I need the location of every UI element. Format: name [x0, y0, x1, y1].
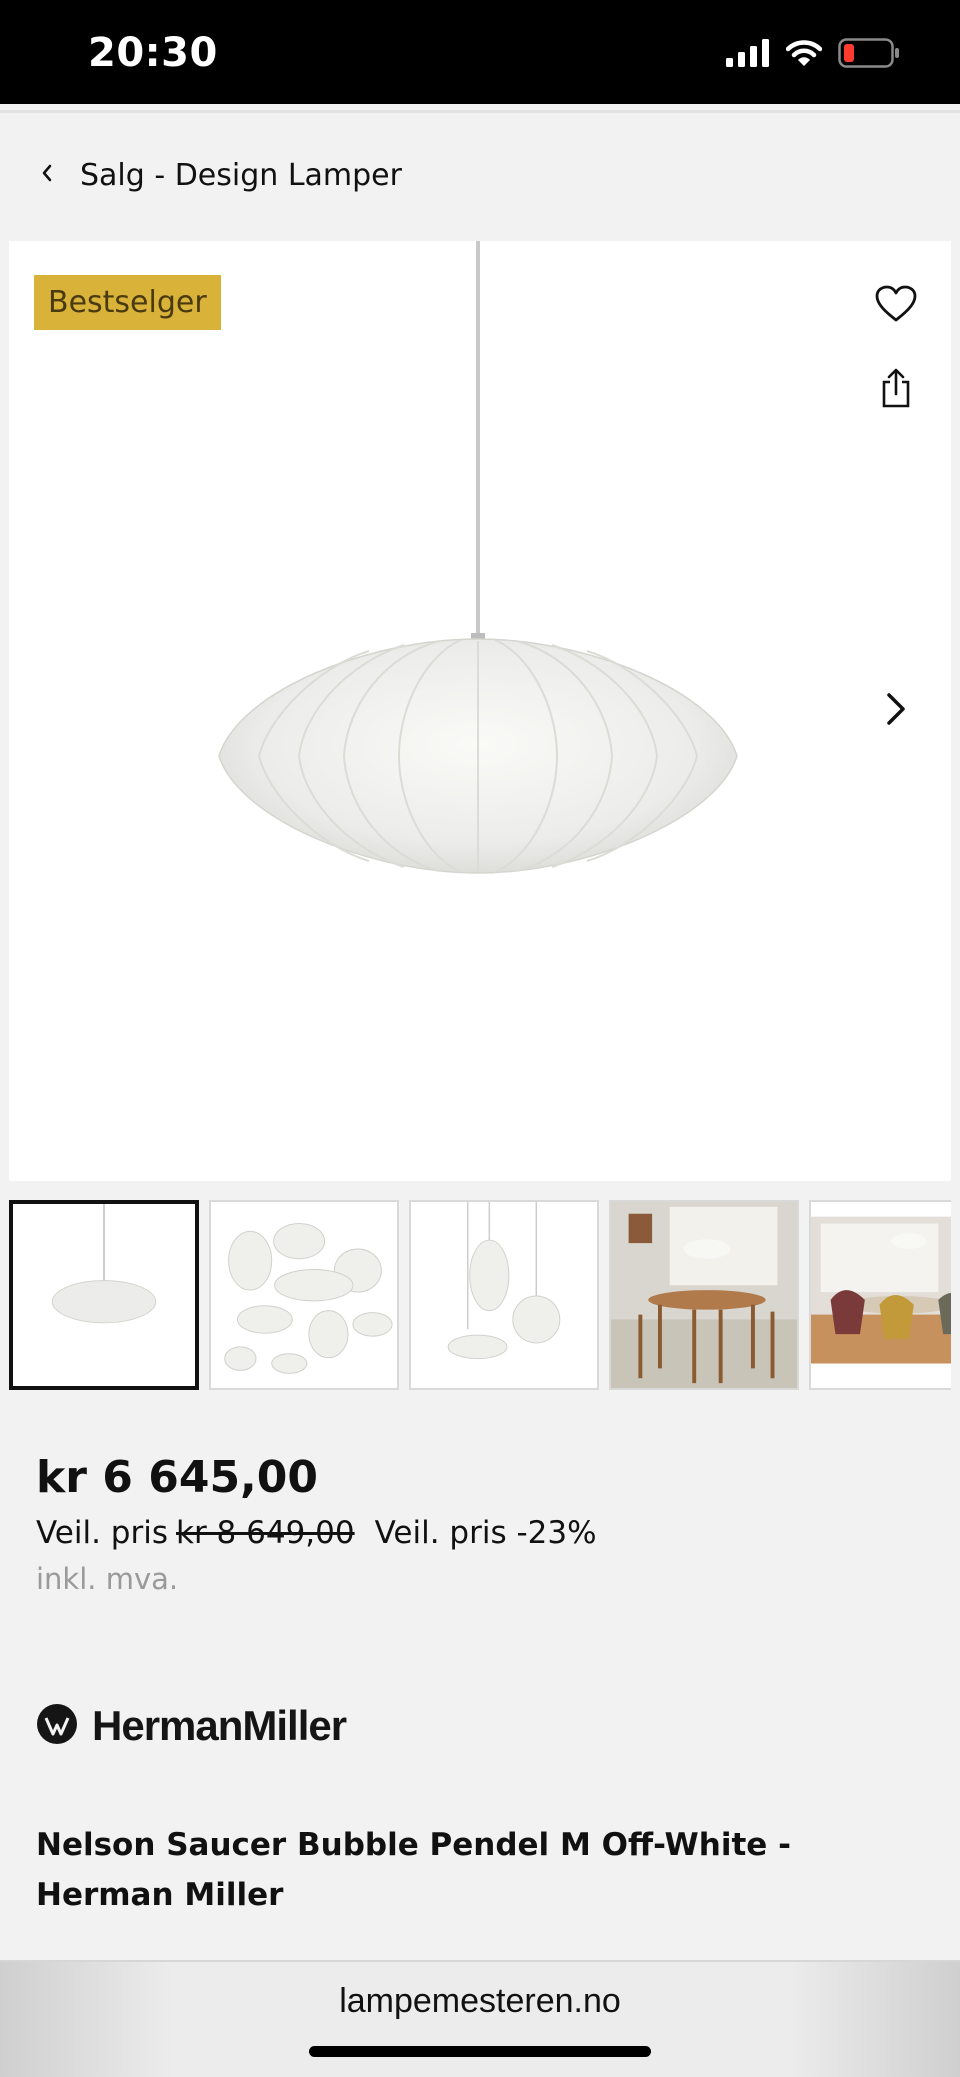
- discount-label: Veil. pris -23%: [374, 1515, 597, 1551]
- next-image-button[interactable]: [871, 681, 921, 741]
- vat-note: inkl. mva.: [36, 1562, 179, 1596]
- share-button[interactable]: [871, 365, 921, 415]
- thumbnail-5[interactable]: [809, 1200, 951, 1390]
- thumbnail-1[interactable]: [9, 1200, 199, 1390]
- thumbnail-image: [224, 1223, 393, 1374]
- thumbnail-4[interactable]: [609, 1200, 799, 1390]
- breadcrumb[interactable]: Salg - Design Lamper: [40, 150, 402, 200]
- product-gallery[interactable]: Bestselger: [9, 241, 951, 1181]
- product-main-image[interactable]: [199, 241, 759, 881]
- thumbnail-3[interactable]: [409, 1200, 599, 1390]
- heart-icon[interactable]: [875, 285, 917, 328]
- thumbnail-image: [447, 1202, 561, 1360]
- battery-icon: [838, 38, 900, 73]
- status-icons: [726, 38, 900, 73]
- recommended-price-line: Veil. pris kr 8 649,00 Veil. pris -23%: [36, 1515, 597, 1551]
- home-indicator[interactable]: [309, 2046, 651, 2057]
- signal-icon: [726, 39, 770, 72]
- thumbnail-image: [51, 1204, 157, 1324]
- thumbnail-image: [611, 1202, 797, 1388]
- status-time: 20:30: [88, 30, 218, 76]
- url-text[interactable]: lampemesteren.no: [0, 1982, 960, 2021]
- back-chevron-icon[interactable]: [40, 162, 54, 189]
- breadcrumb-label[interactable]: Salg - Design Lamper: [80, 158, 402, 193]
- thumbnail-2[interactable]: [209, 1200, 399, 1390]
- brand-logo[interactable]: HermanMiller: [36, 1702, 347, 1750]
- wifi-icon: [785, 39, 823, 72]
- top-divider: [0, 110, 960, 113]
- browser-url-bar[interactable]: lampemesteren.no: [0, 1960, 960, 2077]
- brand-name: HermanMiller: [92, 1702, 347, 1749]
- bestseller-badge: Bestselger: [34, 275, 221, 330]
- next-chevron-icon[interactable]: [885, 691, 907, 732]
- thumbnail-strip[interactable]: [9, 1200, 951, 1392]
- product-title: Nelson Saucer Bubble Pendel M Off-White …: [36, 1827, 791, 1913]
- thumbnail-image: [811, 1216, 951, 1364]
- brand-logo-icon: [36, 1703, 78, 1750]
- status-bar: 20:30: [0, 0, 960, 104]
- share-icon[interactable]: [880, 368, 912, 413]
- current-price: kr 6 645,00: [36, 1452, 319, 1503]
- recommended-price-label: Veil. pris: [36, 1515, 168, 1551]
- old-price: kr 8 649,00: [176, 1515, 355, 1551]
- favorite-button[interactable]: [871, 281, 921, 331]
